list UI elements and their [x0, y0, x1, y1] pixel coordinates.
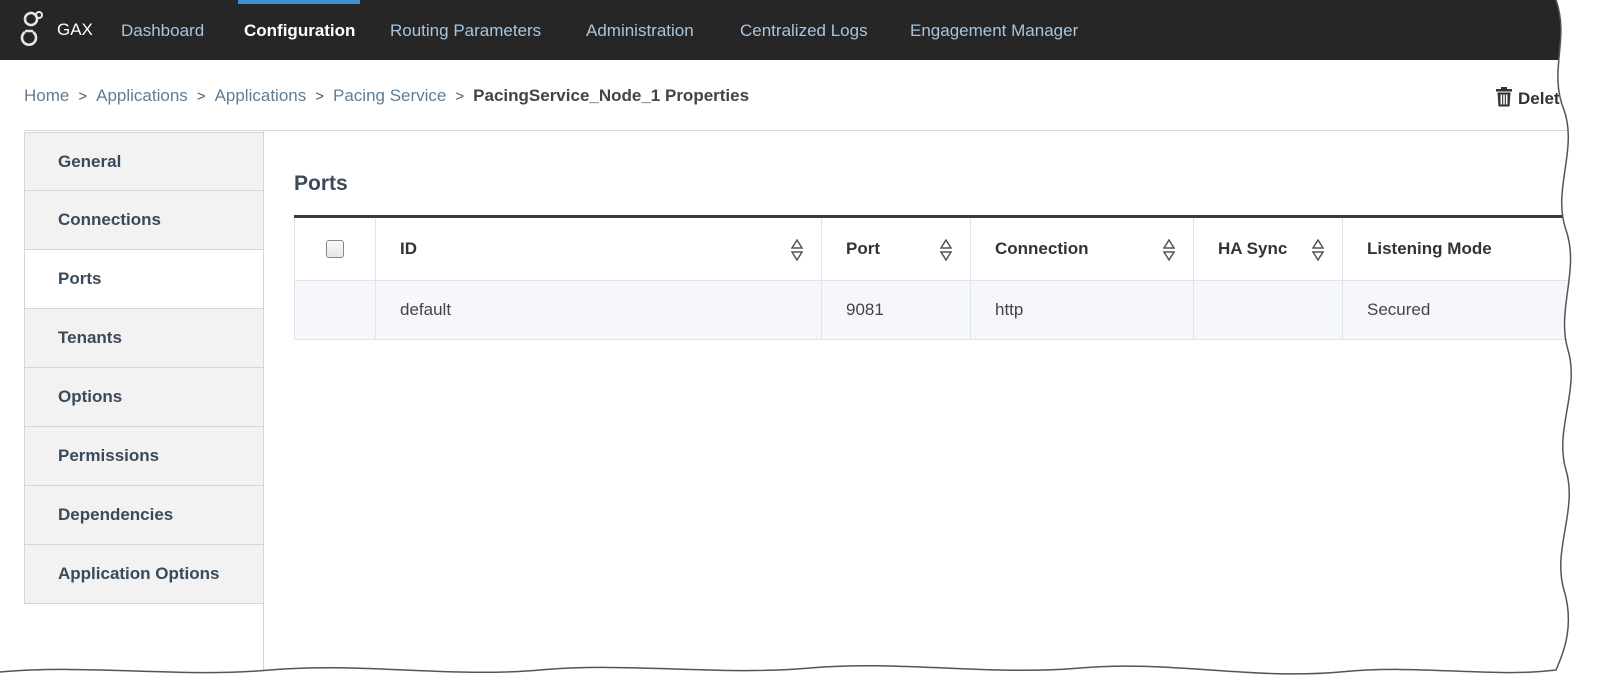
column-header-id[interactable]: ID [375, 218, 822, 281]
nav-engagement-manager[interactable]: Engagement Manager [910, 0, 1078, 60]
column-label: Listening Mode [1367, 238, 1492, 258]
table-row[interactable]: default 9081 http Secured [294, 279, 1600, 340]
select-all-cell [294, 218, 376, 281]
column-header-ha-sync[interactable]: HA Sync [1193, 218, 1343, 281]
breadcrumb: Home > Applications > Applications > Pacing Se… [24, 86, 749, 106]
cell-listening-mode: Secured [1342, 279, 1600, 340]
nav-configuration[interactable]: Configuration [244, 0, 355, 60]
trash-icon [1496, 87, 1512, 107]
breadcrumb-home[interactable]: Home [24, 86, 69, 105]
cell-port: 9081 [821, 279, 971, 340]
delete-button[interactable]: Delet [1496, 87, 1560, 109]
tab-connections[interactable]: Connections [24, 191, 264, 250]
delete-label: Delet [1518, 89, 1560, 108]
nav-centralized-logs[interactable]: Centralized Logs [740, 0, 868, 60]
breadcrumb-current: PacingService_Node_1 Properties [473, 86, 750, 105]
sort-icon[interactable] [1163, 239, 1175, 261]
sort-icon[interactable] [1312, 239, 1324, 261]
tab-dependencies[interactable]: Dependencies [24, 486, 264, 545]
breadcrumb-separator: > [315, 88, 324, 105]
column-label: Port [846, 238, 880, 258]
header-divider [24, 130, 1600, 131]
ports-table: ID Port Connection HA Sync Listening Mod… [294, 215, 1600, 340]
cell-connection: http [970, 279, 1194, 340]
sort-icon[interactable] [791, 239, 803, 261]
cell-id: default [375, 279, 822, 340]
tab-application-options[interactable]: Application Options [24, 545, 264, 604]
tab-permissions[interactable]: Permissions [24, 427, 264, 486]
row-select-cell [294, 279, 376, 340]
column-label: HA Sync [1218, 238, 1288, 258]
column-header-port[interactable]: Port [821, 218, 971, 281]
breadcrumb-separator: > [78, 88, 88, 105]
top-nav: GAX Dashboard Configuration Routing Para… [0, 0, 1600, 60]
nav-routing-parameters[interactable]: Routing Parameters [390, 0, 541, 60]
tab-tenants[interactable]: Tenants [24, 309, 264, 368]
genesys-logo-icon[interactable] [18, 11, 44, 49]
nav-administration[interactable]: Administration [586, 0, 694, 60]
breadcrumb-applications-folder[interactable]: Applications [215, 86, 307, 105]
nav-dashboard[interactable]: Dashboard [121, 0, 204, 60]
column-label: Connection [995, 238, 1089, 258]
breadcrumb-separator: > [196, 88, 206, 105]
tab-ports[interactable]: Ports [24, 250, 264, 309]
breadcrumb-pacing-service[interactable]: Pacing Service [333, 86, 446, 105]
cell-ha-sync [1193, 279, 1343, 340]
column-header-listening-mode[interactable]: Listening Mode [1342, 218, 1600, 281]
tabs-divider [263, 131, 264, 699]
column-header-connection[interactable]: Connection [970, 218, 1194, 281]
sort-icon[interactable] [940, 239, 952, 261]
select-all-checkbox[interactable] [326, 240, 344, 259]
properties-tab-list: General Connections Ports Tenants Option… [24, 132, 264, 604]
breadcrumb-applications[interactable]: Applications [96, 86, 188, 105]
column-label: ID [400, 238, 417, 258]
table-header-row: ID Port Connection HA Sync Listening Mod… [294, 218, 1600, 281]
tab-options[interactable]: Options [24, 368, 264, 427]
breadcrumb-separator: > [455, 88, 465, 105]
brand-name[interactable]: GAX [57, 0, 93, 60]
section-title: Ports [294, 172, 348, 195]
tab-general[interactable]: General [24, 132, 264, 191]
